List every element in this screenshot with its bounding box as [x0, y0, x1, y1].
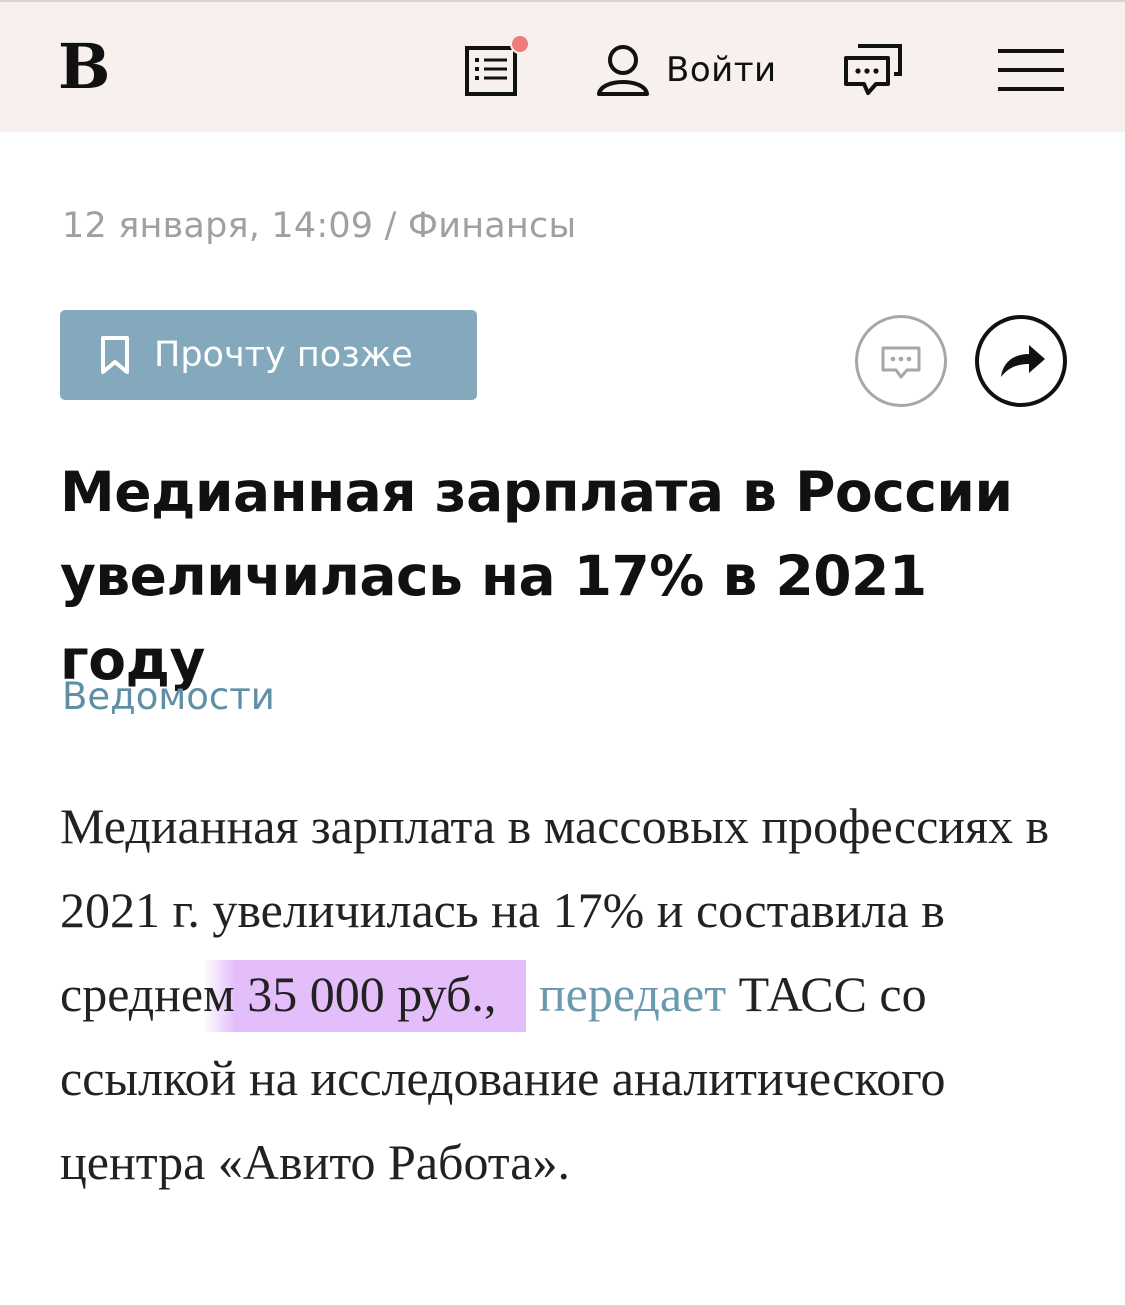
- highlighted-salary: 35 000 руб.,: [234, 960, 527, 1032]
- rubric-link[interactable]: Финансы: [408, 206, 576, 246]
- article-meta: 12 января, 14:09 / Финансы: [62, 206, 576, 246]
- login-button[interactable]: Войти: [594, 42, 777, 98]
- read-later-label: Прочту позже: [154, 335, 413, 375]
- share-button[interactable]: [975, 315, 1067, 407]
- top-navigation-bar: В Войти: [0, 0, 1125, 132]
- comments-button[interactable]: [855, 315, 947, 407]
- share-arrow-icon: [1001, 345, 1045, 377]
- user-icon: [597, 45, 649, 96]
- publish-date: 12 января, 14:09: [62, 206, 374, 246]
- article-body: Медианная зарплата в массовых профессиях…: [60, 784, 1080, 1204]
- login-label: Войти: [666, 50, 777, 90]
- site-logo[interactable]: В: [58, 32, 110, 102]
- read-later-button[interactable]: Прочту позже: [60, 310, 477, 400]
- source-link[interactable]: передает: [539, 966, 726, 1022]
- notification-badge: [510, 34, 530, 54]
- highlight-lead: м: [203, 960, 235, 1032]
- meta-separator: /: [384, 206, 397, 246]
- menu-icon[interactable]: [996, 47, 1066, 93]
- article-source[interactable]: Ведомости: [62, 675, 275, 718]
- comment-bubble-icon: [881, 346, 921, 379]
- bookmark-icon: [101, 336, 129, 374]
- comments-icon[interactable]: [840, 40, 906, 100]
- article-title: Медианная зарплата в России увеличилась …: [60, 460, 1013, 692]
